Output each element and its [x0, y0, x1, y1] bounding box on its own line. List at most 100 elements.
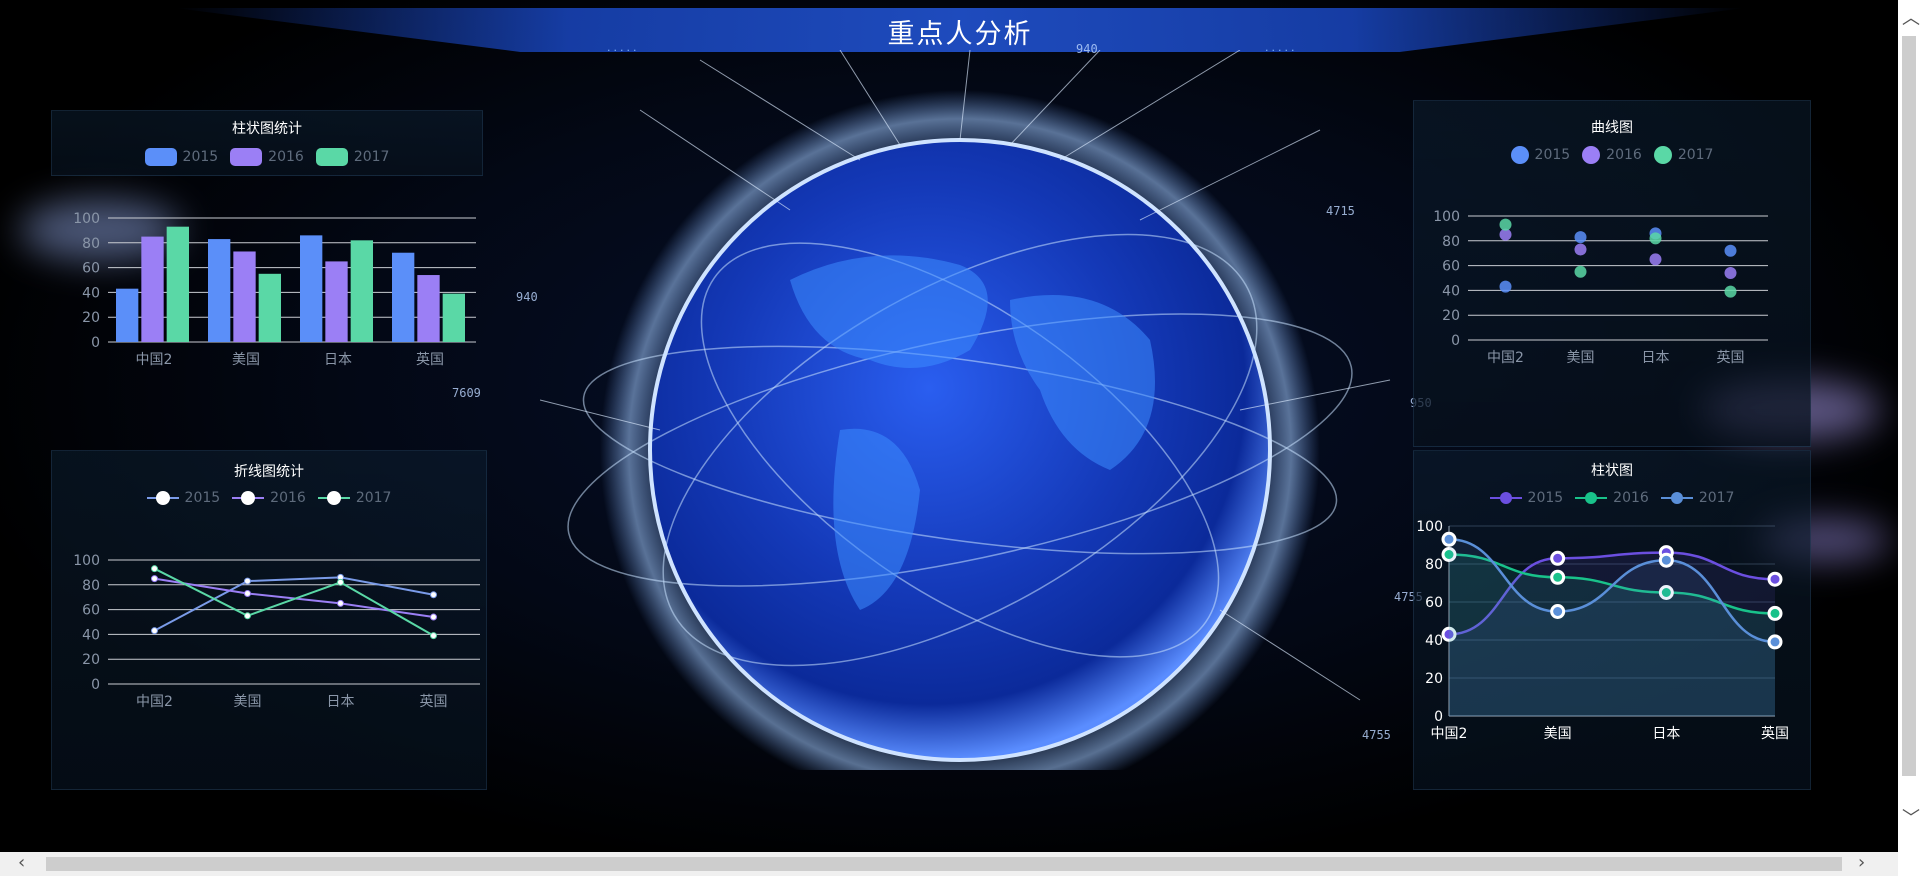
horizontal-scrollbar[interactable]: ‹ ›: [0, 852, 1920, 876]
legend-label: 2017: [355, 490, 392, 506]
y-tick-label: 20: [1425, 671, 1443, 687]
line-point-2017: [430, 632, 437, 640]
chart-title: 曲线图: [1591, 120, 1633, 136]
y-tick-label: 20: [82, 652, 100, 668]
x-tick-label: 中国2: [1487, 350, 1524, 366]
vertical-scroll-thumb[interactable]: [1902, 36, 1916, 776]
x-tick-label: 英国: [1761, 725, 1789, 742]
bar-2015: [116, 288, 139, 342]
y-tick-label: 100: [73, 211, 100, 227]
chart-legend: 2015 2016 2017: [1413, 146, 1811, 164]
globe-label: 940: [1076, 42, 1098, 56]
legend-swatch: [315, 148, 348, 166]
scroll-left-icon[interactable]: ‹: [18, 854, 25, 872]
y-tick-label: 0: [1434, 709, 1443, 725]
x-tick-label: 中国2: [136, 352, 173, 368]
x-tick-label: 中国2: [136, 694, 173, 710]
curve-point-2016: [1550, 569, 1566, 585]
legend-swatch: [1582, 146, 1601, 164]
bar-2015: [208, 239, 231, 342]
x-tick-label: 英国: [416, 351, 444, 368]
x-tick-label: 美国: [1567, 350, 1595, 366]
y-tick-label: 40: [82, 627, 100, 643]
x-tick-label: 日本: [1642, 350, 1670, 366]
legend-label: 2017: [1698, 490, 1735, 506]
legend-item-2015[interactable]: 2015: [144, 148, 219, 166]
globe-visual: [539, 49, 1400, 810]
legend-label: 2015: [1534, 147, 1571, 163]
legend-item-2015[interactable]: 2015: [1489, 490, 1563, 506]
scroll-down-icon[interactable]: ﹀: [1902, 810, 1920, 828]
page-title: 重点人分析: [887, 19, 1033, 50]
scroll-up-icon[interactable]: ︿: [1902, 10, 1920, 28]
legend-item-2016[interactable]: 2016: [1582, 146, 1642, 164]
legend-label: 2015: [182, 149, 219, 165]
bar-2016: [325, 261, 348, 342]
y-tick-label: 20: [82, 310, 100, 326]
legend-item-2016[interactable]: 2016: [232, 490, 306, 506]
bar-2017: [258, 273, 281, 342]
line-point-2015: [430, 591, 437, 599]
x-tick-label: 中国2: [1431, 726, 1468, 742]
y-tick-label: 80: [1425, 557, 1443, 573]
legend-item-2017[interactable]: 2017: [315, 148, 390, 166]
globe-label: 7609: [452, 386, 481, 400]
legend-item-2016[interactable]: 2016: [230, 148, 304, 166]
line-point-2016: [244, 589, 251, 597]
y-tick-label: 80: [82, 578, 100, 594]
line-point-2017: [337, 578, 344, 586]
chart-title: 柱状图: [1591, 463, 1633, 479]
legend-label: 2016: [270, 490, 306, 506]
globe-label: 4755: [1362, 728, 1391, 742]
y-tick-label: 40: [1442, 283, 1460, 299]
horizontal-scroll-thumb[interactable]: [46, 857, 1842, 871]
scatter-point-2015: [1574, 231, 1587, 244]
scroll-right-icon[interactable]: ›: [1858, 854, 1865, 872]
legend-swatch: [1653, 146, 1672, 164]
curve-point-2017: [1658, 552, 1674, 568]
chart-title: 柱状图统计: [232, 121, 302, 137]
legend-label: 2017: [1677, 147, 1714, 163]
line-point-2016: [337, 599, 344, 607]
bar-chart: 0 20 40 60 80 100 中国2 美国 日本 英国: [73, 211, 476, 368]
vertical-scrollbar[interactable]: ︿ ﹀: [1898, 0, 1920, 852]
scatter-point-2017: [1649, 232, 1662, 245]
bar-2016: [417, 275, 440, 342]
scatter-point-2017: [1499, 218, 1512, 231]
curve-point-2015: [1767, 571, 1783, 587]
scatter-point-2015: [1724, 244, 1737, 257]
line-point-2017: [151, 565, 158, 573]
y-tick-label: 40: [82, 285, 100, 301]
y-tick-label: 0: [91, 677, 100, 693]
legend-swatch: [1510, 146, 1529, 164]
legend-item-2017[interactable]: 2017: [1653, 146, 1714, 164]
legend-item-2017[interactable]: 2017: [317, 490, 392, 506]
y-tick-label: 100: [73, 553, 100, 569]
y-tick-label: 80: [82, 236, 100, 252]
x-tick-label: 日本: [1652, 726, 1680, 742]
legend-item-2017[interactable]: 2017: [1660, 490, 1735, 506]
legend-item-2015[interactable]: 2015: [1510, 146, 1571, 164]
y-tick-label: 0: [1451, 333, 1460, 349]
globe-svg: [539, 49, 1391, 810]
legend-swatch: [317, 491, 350, 505]
y-tick-label: 60: [82, 261, 100, 277]
x-tick-label: 日本: [327, 694, 355, 710]
line-point-2015: [244, 577, 251, 585]
chart-legend: 2015 2016 2017: [51, 148, 483, 166]
legend-item-2016[interactable]: 2016: [1575, 490, 1649, 506]
scatter-point-2016: [1724, 267, 1737, 280]
globe-sphere: [648, 138, 1272, 762]
x-tick-label: 日本: [324, 352, 352, 368]
legend-label: 2017: [353, 149, 390, 165]
line-point-2017: [244, 612, 251, 620]
curve-point-2016: [1767, 605, 1783, 621]
line-chart: 0 20 40 60 80 100 中国2 美国 日本 英国: [73, 553, 480, 710]
chart-title: 折线图统计: [234, 464, 304, 480]
legend-swatch: [232, 491, 265, 505]
area-chart: 0 20 40 60 80 100 中国2 美国 日本 英国: [1416, 519, 1789, 742]
chart-legend: 2015 2016 2017: [1413, 490, 1811, 506]
legend-item-2015[interactable]: 2015: [146, 490, 220, 506]
legend-label: 2016: [1613, 490, 1649, 506]
legend-swatch: [1660, 491, 1693, 505]
